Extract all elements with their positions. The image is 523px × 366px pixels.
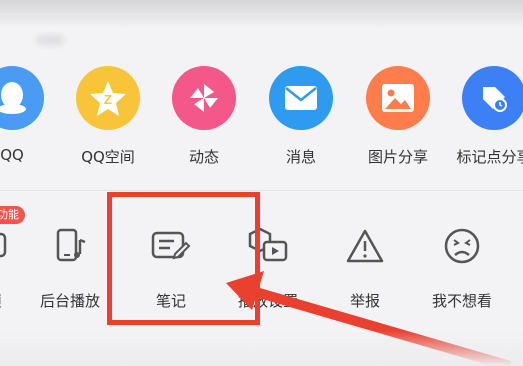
bottom-shade xyxy=(0,330,523,366)
annotation-arrow xyxy=(226,271,512,366)
